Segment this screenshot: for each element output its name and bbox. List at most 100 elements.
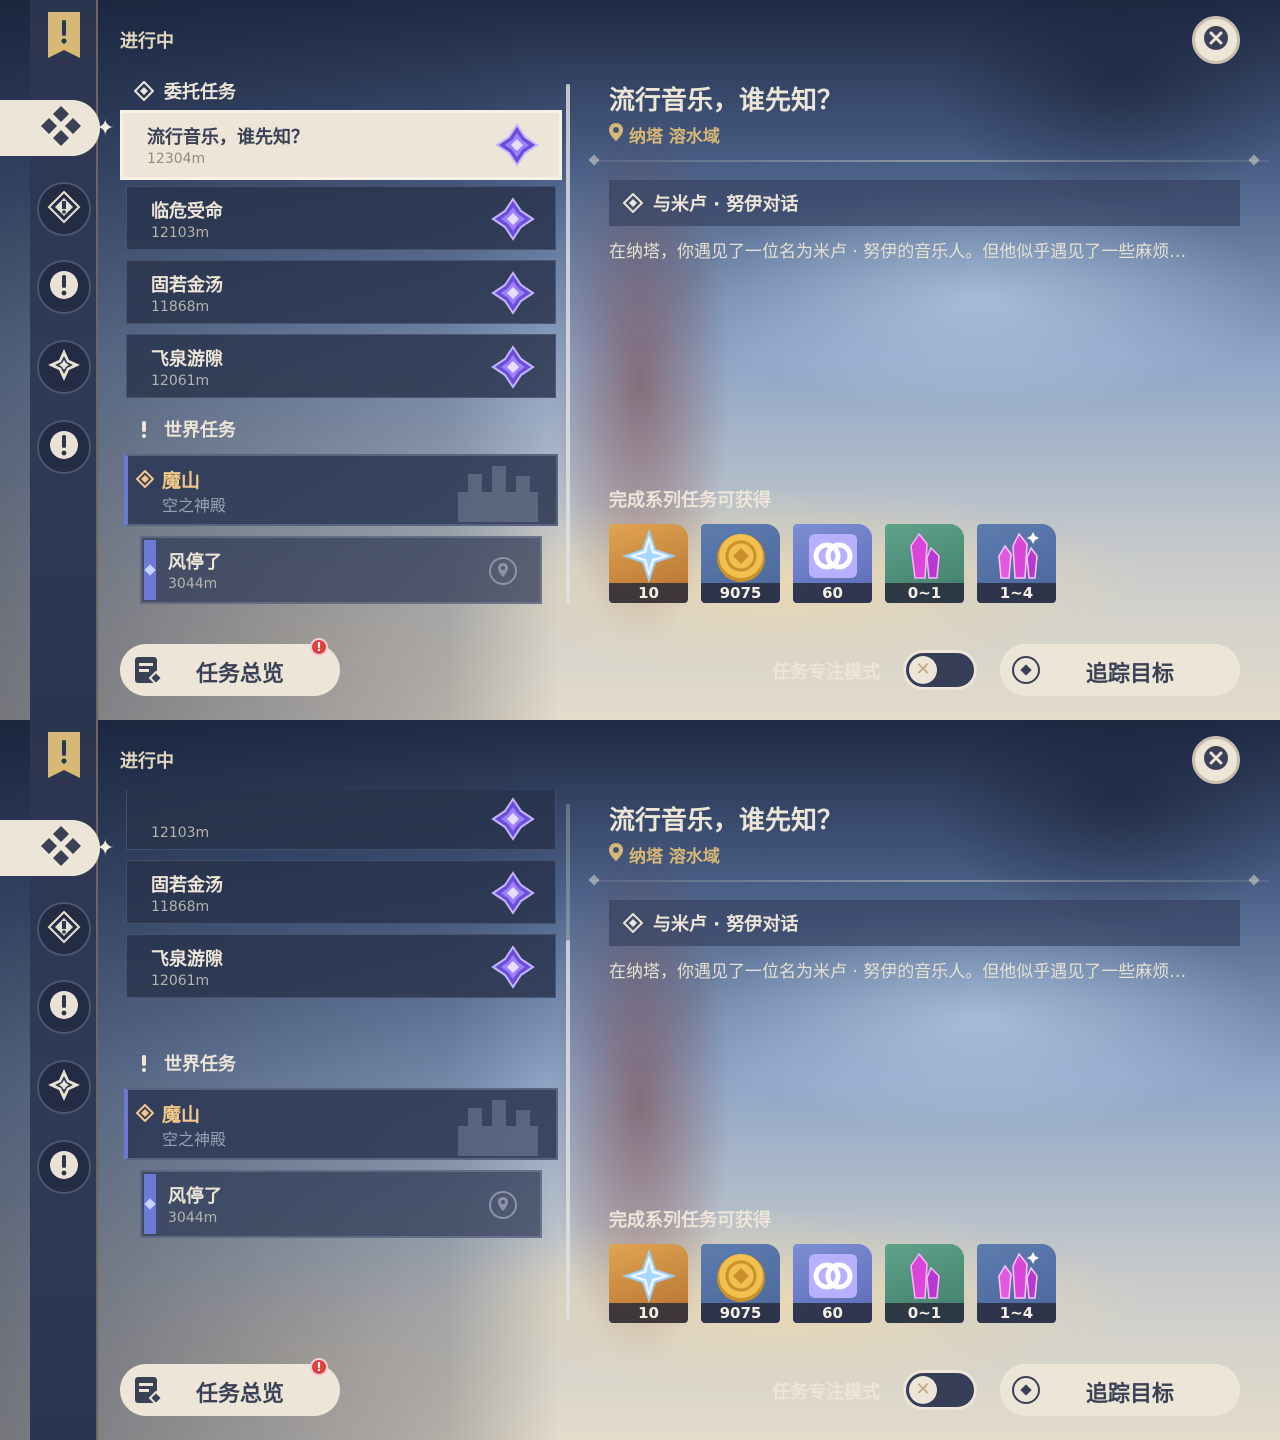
world-quest-name: 魔山 [162, 1104, 201, 1126]
sparkle-icon: ✦ [96, 836, 115, 861]
quest-banner-icon[interactable] [44, 10, 84, 60]
reward-item[interactable]: 9075 [701, 524, 780, 603]
section-world-label: 世界任务 [164, 1054, 236, 1075]
reward-item[interactable]: 1~4 [977, 1244, 1056, 1323]
world-quest-item[interactable]: 魔山 空之神殿 [124, 454, 558, 526]
close-button[interactable] [1192, 736, 1240, 784]
reward-item[interactable]: 0~1 [885, 1244, 964, 1323]
sub-quest-name: 风停了 [168, 1186, 222, 1207]
commission-icon [134, 81, 154, 101]
section-world: 世界任务 [134, 414, 236, 444]
reward-item[interactable]: 9075 [701, 1244, 780, 1323]
quest-location-text: 纳塔 溶水域 [629, 127, 720, 147]
track-label: 追踪目标 [1086, 1382, 1175, 1407]
overview-label: 任务总览 [196, 662, 285, 687]
quest-name: 临危受命 [151, 201, 223, 222]
reward-item[interactable]: 1~4 [977, 524, 1056, 603]
nav-story-tab[interactable] [37, 980, 91, 1034]
commission-star-icon [491, 197, 535, 241]
track-target-button[interactable]: 追踪目标 [1000, 644, 1240, 696]
sub-quest-item[interactable]: 风停了 3044m [140, 536, 542, 604]
world-quest-name: 魔山 [162, 470, 201, 492]
reward-count: 9075 [701, 583, 780, 603]
reward-count: 1~4 [977, 583, 1056, 603]
quest-journal-panel-scrolled: ✦ 进行中 12103m 固若金汤 11868m 飞泉游隙 12061m 世界任… [0, 720, 1280, 1440]
focus-mode-toggle[interactable]: ✕ [903, 1370, 977, 1410]
quest-name: 固若金汤 [151, 275, 223, 296]
reward-count: 60 [793, 583, 872, 603]
commission-quest-item[interactable]: 12103m [126, 790, 556, 850]
objective-text: 与米卢 · 努伊对话 [653, 194, 799, 215]
commission-quest-item[interactable]: 飞泉游隙 12061m [126, 934, 556, 998]
quest-banner-icon[interactable] [44, 730, 84, 780]
track-target-button[interactable]: 追踪目标 [1000, 1364, 1240, 1416]
commission-quest-item[interactable]: 流行音乐，谁先知？ 12304m [120, 110, 562, 180]
nav-story-tab[interactable] [37, 260, 91, 314]
overview-label: 任务总览 [196, 1382, 285, 1407]
nav-events-tab[interactable] [37, 1140, 91, 1194]
commission-quest-item[interactable]: 固若金汤 11868m [126, 860, 556, 924]
reward-item[interactable]: 60 [793, 1244, 872, 1323]
sub-quest-distance: 3044m [168, 576, 218, 592]
reward-title: 完成系列任务可获得 [609, 490, 771, 511]
quest-overview-button[interactable]: 任务总览 [120, 1364, 340, 1416]
world-exclaim-icon [134, 1053, 154, 1073]
quest-name: 飞泉游隙 [151, 349, 223, 370]
divider [590, 160, 1270, 162]
quest-name: 飞泉游隙 [151, 949, 223, 970]
track-diamond-icon [1012, 656, 1040, 684]
objective-diamond-icon [622, 192, 644, 214]
world-quest-subtitle: 空之神殿 [162, 496, 227, 515]
event-quest-icon [47, 428, 81, 466]
reward-list: 10 9075 60 0~1 1~4 [609, 524, 1056, 603]
reward-item[interactable]: 0~1 [885, 524, 964, 603]
nav-commission-tab[interactable] [0, 100, 100, 156]
reward-title: 完成系列任务可获得 [609, 1210, 771, 1231]
quest-name: 流行音乐，谁先知？ [147, 127, 309, 148]
commission-star-icon [491, 871, 535, 915]
world-quest-item[interactable]: 魔山 空之神殿 [124, 1088, 558, 1160]
quest-overview-button[interactable]: 任务总览 [120, 644, 340, 696]
quest-objective: 与米卢 · 努伊对话 [609, 180, 1240, 226]
quest-list[interactable]: 12103m 固若金汤 11868m 飞泉游隙 12061m 世界任务 魔山 空… [120, 790, 564, 1330]
location-pin-icon [609, 843, 629, 866]
nav-archon-tab[interactable] [37, 182, 91, 236]
toggle-off-icon: ✕ [909, 1376, 937, 1404]
quest-list[interactable]: 委托任务 流行音乐，谁先知？ 12304m 临危受命 12103m 固若金汤 1… [120, 70, 564, 610]
toggle-off-icon: ✕ [909, 656, 937, 684]
map-pin-icon[interactable] [488, 556, 518, 586]
castle-watermark-icon [448, 1096, 548, 1156]
nav-events-tab[interactable] [37, 420, 91, 474]
commission-quest-item[interactable]: 飞泉游隙 12061m [126, 334, 556, 398]
map-pin-icon[interactable] [488, 1190, 518, 1220]
section-world: 世界任务 [134, 1048, 236, 1078]
quest-distance: 12061m [151, 973, 210, 989]
world-quest-icon [47, 348, 81, 386]
quest-distance: 11868m [151, 299, 210, 315]
scrollbar-thumb[interactable] [566, 84, 570, 604]
reward-count: 10 [609, 583, 688, 603]
focus-mode-label: 任务专注模式 [772, 1382, 880, 1403]
story-quest-icon [47, 988, 81, 1026]
close-icon [1202, 744, 1230, 776]
archon-quest-icon [47, 910, 81, 948]
event-quest-icon [47, 1148, 81, 1186]
commission-quest-item[interactable]: 固若金汤 11868m [126, 260, 556, 324]
nav-archon-tab[interactable] [37, 902, 91, 956]
divider [590, 880, 1270, 882]
commission-star-icon [491, 345, 535, 389]
commission-quest-item[interactable]: 临危受命 12103m [126, 186, 556, 250]
nav-commission-tab[interactable] [0, 820, 100, 876]
quest-location: 纳塔 溶水域 [609, 842, 720, 867]
close-button[interactable] [1192, 16, 1240, 64]
nav-world-tab[interactable] [37, 340, 91, 394]
nav-world-tab[interactable] [37, 1060, 91, 1114]
section-commission: 委托任务 [134, 76, 236, 106]
sparkle-icon: ✦ [96, 116, 115, 141]
reward-item[interactable]: 10 [609, 1244, 688, 1323]
sub-quest-item[interactable]: 风停了 3044m [140, 1170, 542, 1238]
reward-item[interactable]: 10 [609, 524, 688, 603]
scrollbar-thumb[interactable] [566, 940, 570, 1320]
reward-item[interactable]: 60 [793, 524, 872, 603]
focus-mode-toggle[interactable]: ✕ [903, 650, 977, 690]
